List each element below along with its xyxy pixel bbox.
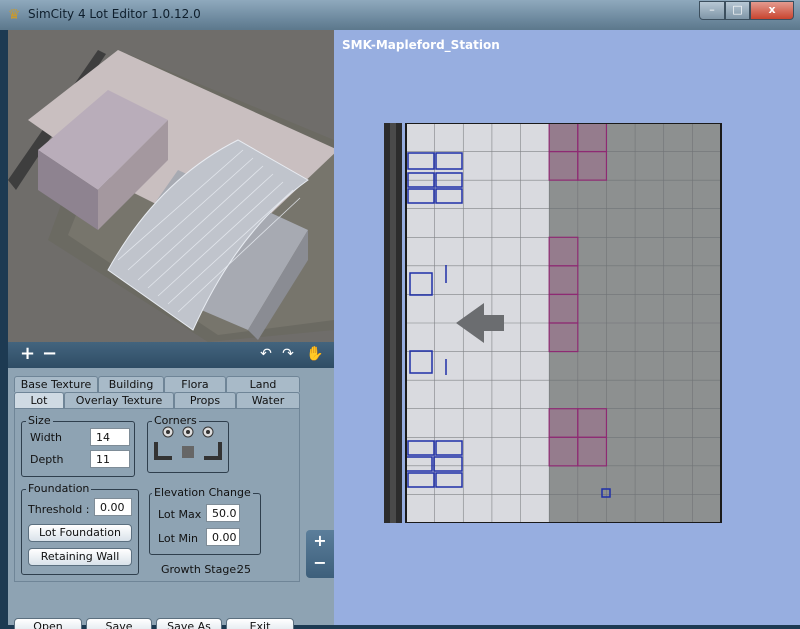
elevation-group: Elevation Change Lot Max 50.0 Lot Min 0.…: [149, 486, 261, 555]
corner-options-icon[interactable]: [148, 422, 228, 472]
rotate-right-icon[interactable]: ↷: [280, 346, 296, 362]
transit-tile[interactable]: [548, 408, 579, 438]
tab-land[interactable]: Land: [226, 376, 300, 392]
lot-grid[interactable]: [384, 122, 729, 524]
width-input[interactable]: 14: [90, 428, 130, 446]
tab-lot[interactable]: Lot: [14, 392, 64, 408]
maximize-button[interactable]: □: [725, 1, 750, 20]
transit-tile[interactable]: [548, 236, 579, 267]
tab-row-2: Lot Overlay Texture Props Water: [14, 392, 300, 408]
close-button[interactable]: x: [750, 1, 794, 20]
tab-water[interactable]: Water: [236, 392, 300, 408]
foundation-group: Foundation Threshold : 0.00 Lot Foundati…: [21, 482, 139, 575]
lot-foundation-button[interactable]: Lot Foundation: [28, 524, 132, 542]
hand-pan-icon[interactable]: ✋: [306, 346, 323, 362]
minimize-button[interactable]: –: [699, 1, 725, 20]
size-legend: Size: [26, 414, 53, 427]
tab-flora[interactable]: Flora: [164, 376, 226, 392]
foundation-legend: Foundation: [26, 482, 92, 495]
tab-props[interactable]: Props: [174, 392, 236, 408]
open-button[interactable]: Open: [14, 618, 82, 629]
lot-tool-panel: + − ↶ ↷ ✋ Base Texture Building Flora La…: [8, 342, 334, 629]
retaining-wall-button[interactable]: Retaining Wall: [28, 548, 132, 566]
tab-row-1: Base Texture Building Flora Land: [14, 376, 300, 392]
client-area: + − ↶ ↷ ✋ Base Texture Building Flora La…: [8, 30, 800, 629]
exit-button[interactable]: Exit: [226, 618, 294, 629]
transit-tile[interactable]: [548, 322, 579, 353]
transit-tile[interactable]: [548, 436, 579, 467]
corners-group: Corners: [147, 414, 229, 473]
transit-tile[interactable]: [577, 122, 608, 153]
growth-stage-value[interactable]: 25: [237, 563, 251, 576]
tab-overlay-texture[interactable]: Overlay Texture: [64, 392, 174, 408]
growth-stage-label: Growth Stage:: [161, 563, 240, 576]
window-controls: – □ x: [699, 1, 794, 20]
title-bar: ♛ SimCity 4 Lot Editor 1.0.12.0 – □ x: [0, 0, 800, 30]
width-label: Width: [30, 431, 62, 444]
side-zoom-in-icon[interactable]: +: [306, 530, 334, 552]
lot-layout-canvas[interactable]: SMK-Mapleford_Station: [334, 30, 800, 625]
threshold-label: Threshold :: [28, 503, 90, 516]
lot-max-label: Lot Max: [158, 508, 202, 521]
lot-tab-content: Size Width 14 Depth 11 Corners Foundatio…: [14, 408, 300, 582]
save-button[interactable]: Save: [86, 618, 152, 629]
threshold-input[interactable]: 0.00: [94, 498, 132, 516]
transit-tile[interactable]: [548, 150, 579, 181]
side-zoom-out-icon[interactable]: −: [306, 552, 334, 574]
size-group: Size Width 14 Depth 11: [21, 414, 135, 477]
elevation-legend: Elevation Change: [152, 486, 253, 499]
side-zoom-control: + −: [306, 530, 334, 578]
transit-tile[interactable]: [577, 150, 608, 181]
zoom-out-icon[interactable]: −: [42, 344, 57, 364]
lot-grid-graphic[interactable]: [384, 122, 729, 524]
transit-tile[interactable]: [577, 408, 608, 438]
transit-tile[interactable]: [548, 293, 579, 324]
transit-tile[interactable]: [577, 436, 608, 467]
sc4-app-icon: ♛: [7, 7, 21, 23]
window-title: SimCity 4 Lot Editor 1.0.12.0: [28, 7, 201, 21]
transit-tile[interactable]: [548, 122, 579, 153]
zoom-in-icon[interactable]: +: [20, 344, 35, 364]
lot-name-label: SMK-Mapleford_Station: [342, 38, 500, 52]
depth-label: Depth: [30, 453, 64, 466]
transit-tile[interactable]: [548, 265, 579, 296]
save-as-button[interactable]: Save As: [156, 618, 222, 629]
depth-input[interactable]: 11: [90, 450, 130, 468]
building-render-icon: [8, 50, 334, 342]
lot-min-label: Lot Min: [158, 532, 198, 545]
tab-building[interactable]: Building: [98, 376, 164, 392]
building-3d-preview[interactable]: [8, 30, 334, 342]
lot-max-input[interactable]: 50.0: [206, 504, 240, 522]
rotate-left-icon[interactable]: ↶: [258, 346, 274, 362]
lot-min-input[interactable]: 0.00: [206, 528, 240, 546]
panel-toolbar: + − ↶ ↷ ✋: [8, 342, 334, 368]
tab-base-texture[interactable]: Base Texture: [14, 376, 98, 392]
